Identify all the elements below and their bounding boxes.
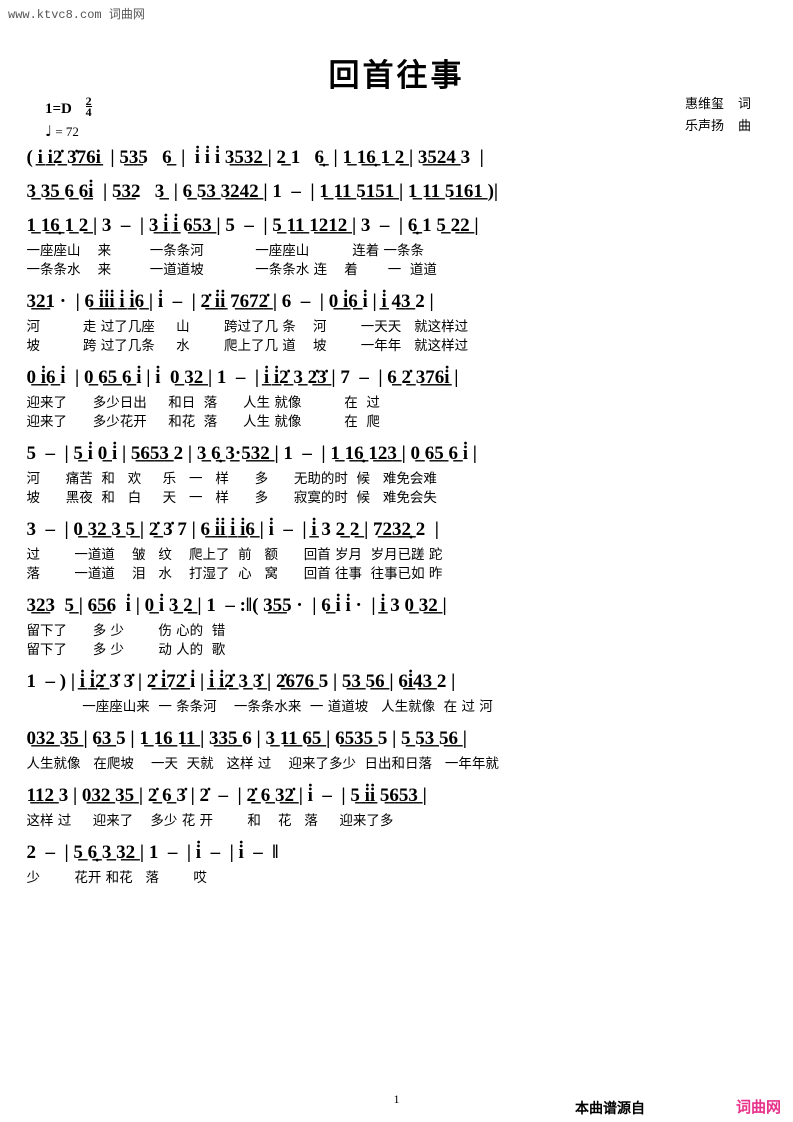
footer-site-logo: 词曲网 [735,1098,781,1116]
score-system: 0̲ i̲̇6̲ i̇ | 0̲ 6̲5̲ 6̲ i̇ | i̇ 0̲ 3̲2̲… [27,363,767,433]
notation-line: 0̲ i̲̇6̲ i̇ | 0̲ 6̲5̲ 6̲ i̇ | i̇ 0̲ 3̲2̲… [26,367,459,388]
score-system: 2 – | 5̲ 6̲̣ 3̲ 3̲2̲ | 1 – | i̇ – | i̇ –… [27,838,767,889]
notation-line: 2 – | 5̲ 6̲̣ 3̲ 3̲2̲ | 1 – | i̇ – | i̇ –… [26,842,279,863]
score-system: 1 – ) | i̲̇ i̲̇2̲̇ 3̇ 3̇ | 2̲̇ i̲̇7̲2̲̇ … [27,667,767,718]
lyricist-role: 词 [737,97,751,112]
lyric-line: 过 一道道 皱 纹 爬上了 前 额 回首 岁月 岁月已蹉 跎 [26,547,443,563]
composer-role: 曲 [737,119,751,134]
lyric-line: 人生就像 在爬坡 一天 天就 这样 过 迎来了多少 日出和日落 一年年就 [26,756,499,772]
credits-block: 惠维玺词 乐声扬曲 [685,94,751,138]
lyric-line: 迎来了 多少日出 和日 落 人生 就像 在 过 [26,395,380,411]
score-system: 1̲ 1̲6̲̣ 1̲ 2̲ | 3 – | 3̲ i̲̇ i̲̇ 6̲5̲3̲… [27,211,767,281]
composer-line: 乐声扬曲 [685,116,751,138]
notation-line: 3̲ 3̲5̲ 6̲ 6̲i̇ | 5̲3̲2 3̲ | 6̲ 5̲3̲ 3̲2… [26,181,499,202]
notation-line: 1̲1̲2̲ 3 | 0̲3̲2̲ 3̲5̲ | 2̲̇ 6̲ 3̇ | 2̇ … [26,785,427,806]
score-system: 5 – | 5̲ i̇ 0̲ i̇ | 5̲6̲5̲3̲ 2 | 3̲ 6̲̣ … [27,439,767,509]
score: ( i̲ i̲2̲̇ 3̲̇7̲6̲i̲ | 5̲3̲5 6̲ | i̇ i̇ … [0,143,793,895]
quarter-note-icon: ♩ [45,122,53,140]
lyric-line: 一条条水 来 一道道坡 一条条水 连 着 一 道道 [26,262,437,278]
lyric-line: 河 走 过了几座 山 跨过了几 条 河 一天天 就这样过 [26,319,469,335]
score-system: 3̲2̲3 5̲ | 6̲5̲6 i̇ | 0̲ i̇ 3̲ 2̲ | 1 – … [27,591,767,661]
notation-line: ( i̲ i̲2̲̇ 3̲̇7̲6̲i̲ | 5̲3̲5 6̲ | i̇ i̇ … [26,147,484,168]
watermark-top: www.ktvc8.com 词曲网 [8,5,145,22]
time-signature: 2 4 [85,95,92,119]
lyric-line: 留下了 多 少 伤 心的 错 [26,623,226,639]
meter-denominator: 4 [85,105,92,119]
notation-line: 3 – | 0̲ 3̲2̲ 3̲ 5̲ | 2̲̇ 3̇ 7 | 6̲ i̲̇i… [26,519,439,540]
lyric-line: 一座座山来 一 条条河 一条条水来 一 道道坡 人生就像 在 过 河 [26,699,493,715]
score-system: 1̲1̲2̲ 3 | 0̲3̲2̲ 3̲5̲ | 2̲̇ 6̲ 3̇ | 2̇ … [27,781,767,832]
lyric-line: 迎来了 多少花开 和花 落 人生 就像 在 爬 [26,414,380,430]
notation-line: 1̲ 1̲6̲̣ 1̲ 2̲ | 3 – | 3̲ i̲̇ i̲̇ 6̲5̲3̲… [26,215,479,236]
notation-line: 1 – ) | i̲̇ i̲̇2̲̇ 3̇ 3̇ | 2̲̇ i̲̇7̲2̲̇ … [26,671,456,692]
notation-line: 5 – | 5̲ i̇ 0̲ i̇ | 5̲6̲5̲3̲ 2 | 3̲ 6̲̣ … [26,443,477,464]
page-title: 回首往事 [328,58,465,94]
footer-source-note: 本曲谱源自 [575,1101,645,1117]
tempo-value: = 72 [55,124,79,139]
lyric-line: 这样 过 迎来了 多少 花 开 和 花 落 迎来了多 [26,813,394,829]
key-label: 1=D [45,101,72,117]
key-signature: 1=D 2 4 [45,95,92,119]
score-system: ( i̲ i̲2̲̇ 3̲̇7̲6̲i̲ | 5̲3̲5 6̲ | i̇ i̇ … [27,143,767,173]
score-system: 3 – | 0̲ 3̲2̲ 3̲ 5̲ | 2̲̇ 3̇ 7 | 6̲ i̲̇i… [27,515,767,585]
notation-line: 3̲2̲1 · | 6̲ i̲̇i̲̇i̲̇ i̲̇ i̲̇6̲ | i̇ – … [26,291,434,312]
lyric-line: 少 花开 和花 落 哎 [26,870,207,886]
lyric-line: 坡 跨 过了几条 水 爬上了几 道 坡 一年年 就这样过 [26,338,469,354]
lyricist-line: 惠维玺词 [685,94,751,116]
lyric-line: 留下了 多 少 动 人的 歌 [26,642,226,658]
score-system: 0̲3̲2̲ 3̲5̲ | 6̲3̲ 5 | 1̲ 1̲6̲ 1̲1̲ | 3̲… [27,724,767,775]
page-number: 1 [393,1092,400,1106]
watermark-url: www.ktvc8.com [8,8,102,22]
score-system: 3̲ 3̲5̲ 6̲ 6̲i̇ | 5̲3̲2 3̲ | 6̲ 5̲3̲ 3̲2… [27,177,767,207]
notation-line: 0̲3̲2̲ 3̲5̲ | 6̲3̲ 5 | 1̲ 1̲6̲ 1̲1̲ | 3̲… [26,728,467,749]
lyric-line: 落 一道道 泪 水 打湿了 心 窝 回首 往事 往事已如 昨 [26,566,443,582]
notation-line: 3̲2̲3 5̲ | 6̲5̲6 i̇ | 0̲ i̇ 3̲ 2̲ | 1 – … [26,595,447,616]
lyric-line: 一座座山 来 一条条河 一座座山 连着 一条条 [26,243,425,259]
lyric-line: 河 痛苦 和 欢 乐 一 样 多 无助的时 候 难免会难 [26,471,437,487]
watermark-site-name: 词曲网 [108,7,145,21]
score-system: 3̲2̲1 · | 6̲ i̲̇i̲̇i̲̇ i̲̇ i̲̇6̲ | i̇ – … [27,287,767,357]
lyric-line: 坡 黑夜 和 白 天 一 样 多 寂寞的时 候 难免会失 [26,490,437,506]
tempo-marking: ♩ = 72 [45,122,79,140]
composer-name: 乐声扬 [684,119,724,134]
lyricist-name: 惠维玺 [684,97,724,112]
